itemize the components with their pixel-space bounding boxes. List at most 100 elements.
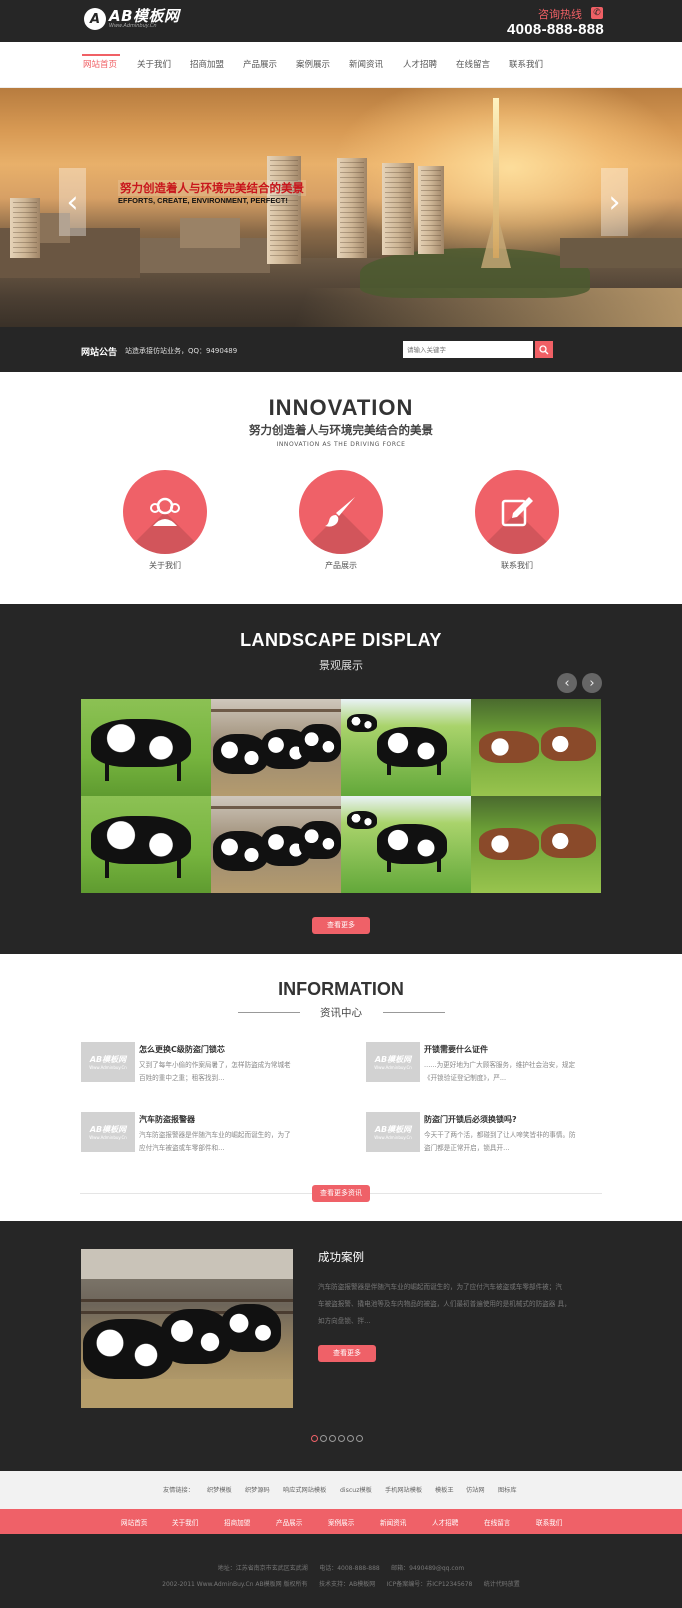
gallery-photo-5[interactable]	[81, 796, 211, 893]
news-title-3[interactable]: 汽车防盗报警器	[139, 1114, 195, 1125]
banner-next-button[interactable]: ›	[601, 168, 628, 236]
nav-item-home[interactable]: 网站首页	[83, 58, 117, 70]
logo-title: AB模板网	[109, 6, 180, 25]
notice-bar: 网站公告 站造承接仿站业务，QQ：9490489	[0, 327, 682, 372]
news-title-4[interactable]: 防盗门开锁后必须换锁吗?	[424, 1114, 517, 1125]
nav-item-message[interactable]: 在线留言	[456, 58, 490, 70]
information-title: INFORMATION	[278, 979, 404, 999]
banner-subtitle: EFFORTS, CREATE, ENVIRONMENT, PERFECT!	[118, 196, 288, 205]
footer: 地址：江苏省南京市玄武区玄武湖 电话：4008-888-888 邮箱：94904…	[0, 1534, 682, 1608]
nav-item-franchise[interactable]: 招商加盟	[190, 58, 224, 70]
case-title: 成功案例	[318, 1250, 364, 1264]
logo[interactable]: A AB模板网 Www.Adminbuy.Cn	[84, 8, 180, 30]
link-item[interactable]: 织梦源码	[245, 1485, 270, 1494]
case-dot-1[interactable]	[311, 1435, 318, 1442]
brush-icon	[325, 497, 355, 527]
gallery-photo-1[interactable]	[81, 699, 211, 796]
hotline-number: 4008-888-888	[507, 21, 605, 38]
case-dot-3[interactable]	[329, 1435, 336, 1442]
case-dot-4[interactable]	[338, 1435, 345, 1442]
footer-nav-news[interactable]: 新闻资讯	[380, 1517, 406, 1527]
information-more-button[interactable]: 查看更多资讯	[312, 1185, 370, 1202]
nav-item-jobs[interactable]: 人才招聘	[403, 58, 437, 70]
nav-item-news[interactable]: 新闻资讯	[349, 58, 383, 70]
feature-about-label: 关于我们	[149, 561, 181, 570]
news-thumb-2[interactable]: AB模板网 Www.Adminbuy.Cn	[366, 1042, 420, 1082]
landscape-title: LANDSCAPE DISPLAY	[240, 630, 442, 650]
case-dot-6[interactable]	[356, 1435, 363, 1442]
feature-products-label: 产品展示	[325, 561, 357, 570]
hero-banner: 努力创造着人与环境完美结合的美景 EFFORTS, CREATE, ENVIRO…	[0, 88, 682, 327]
landscape-prev-button[interactable]: ‹	[557, 673, 577, 693]
edit-icon	[501, 497, 533, 527]
feature-products[interactable]	[299, 470, 383, 554]
search-input[interactable]	[403, 341, 533, 358]
nav-item-about[interactable]: 关于我们	[137, 58, 171, 70]
gallery-photo-8[interactable]	[471, 796, 601, 893]
innovation-subtitle: 努力创造着人与环境完美结合的美景	[249, 423, 433, 437]
gallery-photo-6[interactable]	[211, 796, 341, 893]
news-title-2[interactable]: 开锁需要什么证件	[424, 1044, 488, 1055]
footer-nav-jobs[interactable]: 人才招聘	[432, 1517, 458, 1527]
footer-nav: 网站首页 关于我们 招商加盟 产品展示 案例展示 新闻资讯 人才招聘 在线留言 …	[0, 1509, 682, 1534]
feature-about[interactable]	[123, 470, 207, 554]
gallery-photo-2[interactable]	[211, 699, 341, 796]
footer-address: 地址：江苏省南京市玄武区玄武湖 电话：4008-888-888 邮箱：94904…	[217, 1565, 465, 1572]
search-button[interactable]	[535, 341, 553, 358]
case-photo[interactable]	[81, 1249, 293, 1408]
friendly-links: 友情链接： 织梦模板 织梦源码 响应式网站模板 discuz模板 手机网站模板 …	[0, 1471, 682, 1509]
link-item[interactable]: 模板王	[435, 1485, 454, 1494]
news-thumb-1[interactable]: AB模板网 Www.Adminbuy.Cn	[81, 1042, 135, 1082]
feature-contact[interactable]	[475, 470, 559, 554]
footer-nav-message[interactable]: 在线留言	[484, 1517, 510, 1527]
nav-item-contact[interactable]: 联系我们	[509, 58, 543, 70]
link-item[interactable]: 织梦模板	[207, 1485, 232, 1494]
notice-label: 网站公告	[81, 348, 118, 358]
nav-item-products[interactable]: 产品展示	[243, 58, 277, 70]
phone-icon: ✆	[591, 7, 603, 19]
landscape-subtitle: 景观展示	[319, 659, 363, 672]
gallery-photo-7[interactable]	[341, 796, 471, 893]
link-item[interactable]: 图标库	[498, 1485, 517, 1494]
landscape-next-button[interactable]: ›	[582, 673, 602, 693]
hotline-label: 咨询热线	[538, 8, 582, 21]
innovation-eng: INNOVATION AS THE DRIVING FORCE	[276, 441, 406, 448]
news-desc-3: 汽车防盗报警器是伴随汽车业的崛起而诞生的，为了 应付汽车被盗或车零部件和...	[139, 1131, 291, 1152]
nav-active-indicator	[82, 54, 120, 56]
banner-prev-button[interactable]: ‹	[59, 168, 86, 236]
news-title-1[interactable]: 怎么更换C级防盗门锁芯	[139, 1044, 225, 1055]
case-section: 成功案例 汽车防盗报警器是伴随汽车业的崛起而诞生的，为了应付汽车被盗或车零部件被…	[0, 1221, 682, 1471]
case-dot-5[interactable]	[347, 1435, 354, 1442]
footer-nav-cases[interactable]: 案例展示	[328, 1517, 354, 1527]
news-desc-4: 今天干了两个活，都碰到了让人啼笑皆非的事情。防 盗门都是正常开启，锁具开...	[424, 1131, 576, 1152]
landscape-more-button[interactable]: 查看更多	[312, 917, 370, 934]
link-item[interactable]: 响应式网站模板	[283, 1485, 326, 1494]
news-desc-1: 又到了每年小偷的作案局暑了，怎样防盗成为常城老 百姓的重中之重；租客找到...	[139, 1061, 291, 1082]
link-item[interactable]: discuz模板	[340, 1485, 372, 1494]
gallery-photo-4[interactable]	[471, 699, 601, 796]
link-item[interactable]: 仿站网	[466, 1485, 485, 1494]
banner-title: 努力创造着人与环境完美结合的美景	[118, 180, 306, 196]
footer-nav-home[interactable]: 网站首页	[121, 1517, 147, 1527]
footer-nav-contact[interactable]: 联系我们	[536, 1517, 562, 1527]
gallery-photo-3[interactable]	[341, 699, 471, 796]
footer-nav-about[interactable]: 关于我们	[172, 1517, 198, 1527]
nav-item-cases[interactable]: 案例展示	[296, 58, 330, 70]
innovation-title: INNOVATION	[268, 395, 414, 420]
search-icon	[539, 344, 549, 354]
news-thumb-4[interactable]: AB模板网 Www.Adminbuy.Cn	[366, 1112, 420, 1152]
footer-nav-products[interactable]: 产品展示	[276, 1517, 302, 1527]
footer-nav-franchise[interactable]: 招商加盟	[224, 1517, 250, 1527]
main-nav: 网站首页 关于我们 招商加盟 产品展示 案例展示 新闻资讯 人才招聘 在线留言 …	[0, 42, 682, 88]
links-label: 友情链接：	[163, 1487, 194, 1494]
news-thumb-3[interactable]: AB模板网 Www.Adminbuy.Cn	[81, 1112, 135, 1152]
landscape-section: LANDSCAPE DISPLAY 景观展示 ‹ › 查看更多	[0, 604, 682, 954]
case-dot-2[interactable]	[320, 1435, 327, 1442]
case-description: 汽车防盗报警器是伴随汽车业的崛起而诞生的，为了应付汽车被盗或车零部件被；汽 车被…	[318, 1283, 571, 1325]
case-more-button[interactable]: 查看更多	[318, 1345, 376, 1362]
users-icon	[150, 497, 180, 526]
link-item[interactable]: 手机网站模板	[385, 1485, 422, 1494]
news-desc-2: ......为更好地为广大顾客服务，维护社会治安，规定 《开锁验证登记制度》，严.…	[424, 1061, 576, 1082]
logo-mark: A	[84, 8, 106, 30]
footer-copyright: 2002-2011 Www.AdminBuy.Cn AB模板网 版权所有 技术支…	[162, 1581, 520, 1588]
